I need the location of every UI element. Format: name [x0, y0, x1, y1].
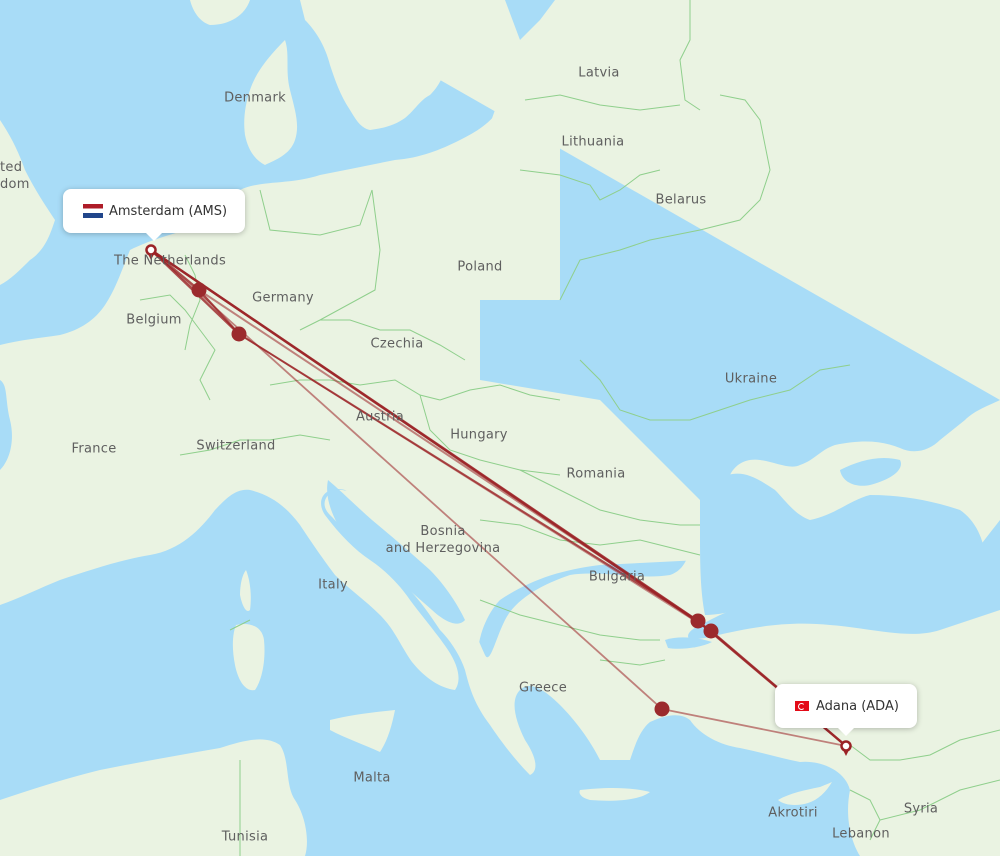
country-label-belgium: Belgium — [126, 312, 182, 328]
country-label-netherlands: The Netherlands — [113, 253, 227, 269]
destination-airport-label: Adana (ADA) — [816, 698, 899, 714]
stopover-marker[interactable] — [231, 326, 247, 342]
country-label-czechia: Czechia — [370, 336, 424, 352]
destination-airport-marker[interactable] — [840, 740, 852, 752]
origin-airport-label: Amsterdam (AMS) — [109, 203, 228, 219]
stopover-marker[interactable] — [703, 623, 719, 639]
country-label-ukraine: Ukraine — [724, 371, 778, 387]
country-label-akrotiri: Akrotiri — [768, 805, 818, 821]
destination-airport-popup[interactable]: Adana (ADA) — [775, 684, 917, 736]
turkey-flag-icon — [795, 701, 809, 711]
country-label-united-kingdom: ted dom — [0, 160, 30, 192]
country-label-lebanon: Lebanon — [832, 826, 890, 842]
country-label-italy: Italy — [318, 577, 348, 593]
country-label-bosnia: Bosnia and Herzegovina — [385, 524, 501, 556]
country-label-belarus: Belarus — [655, 192, 707, 208]
country-label-poland: Poland — [457, 259, 503, 275]
country-label-germany: Germany — [252, 290, 314, 306]
stopover-marker[interactable] — [191, 282, 207, 298]
country-label-denmark: Denmark — [224, 90, 286, 106]
country-label-syria: Syria — [903, 801, 939, 817]
country-label-tunisia: Tunisia — [221, 829, 269, 845]
country-label-greece: Greece — [518, 680, 568, 696]
country-label-malta: Malta — [353, 770, 391, 786]
country-label-hungary: Hungary — [450, 427, 508, 443]
country-label-austria: Austria — [355, 409, 405, 425]
stopover-marker[interactable] — [654, 701, 670, 717]
country-label-france: France — [71, 441, 117, 457]
stopover-marker[interactable] — [690, 613, 706, 629]
country-label-bulgaria: Bulgaria — [588, 569, 646, 585]
netherlands-flag-icon — [83, 204, 103, 218]
country-label-latvia: Latvia — [578, 65, 620, 81]
country-label-switzerland: Switzerland — [196, 438, 276, 454]
country-label-romania: Romania — [566, 466, 626, 482]
origin-airport-popup[interactable]: Amsterdam (AMS) — [63, 189, 246, 241]
country-label-lithuania: Lithuania — [561, 134, 625, 150]
